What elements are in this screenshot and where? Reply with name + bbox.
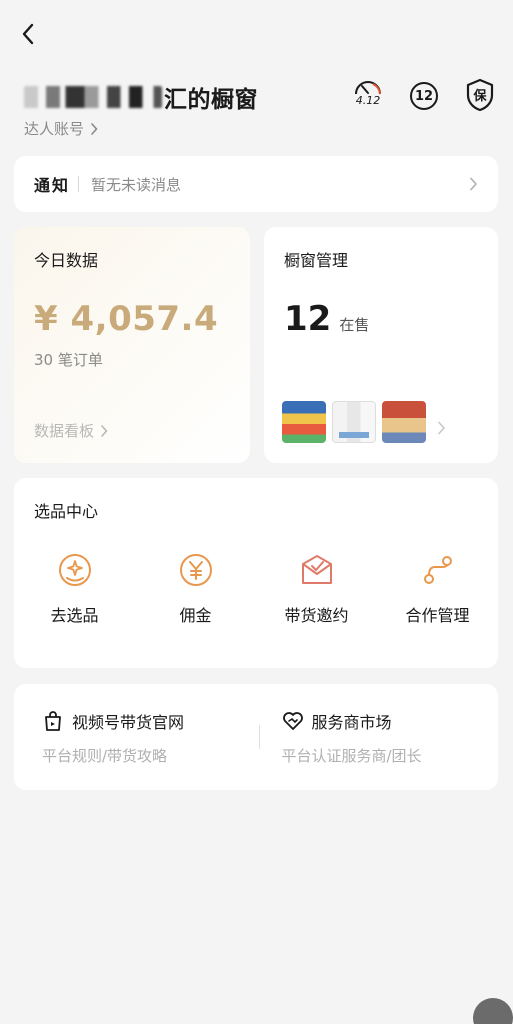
chevron-right-icon: [101, 424, 108, 437]
resource-links-card: 视频号带货官网 平台规则/带货攻略 服务商市场 平台认证服务商/团长: [14, 684, 498, 790]
product-pick-icon: [57, 552, 93, 588]
selection-center-title: 选品中心: [34, 502, 99, 521]
shield-icon: 保: [466, 78, 494, 112]
chevron-right-icon: [438, 421, 446, 435]
today-data-card[interactable]: 今日数据 ¥ 4,057.4 30 笔订单 数据看板: [14, 227, 250, 463]
badge-button[interactable]: 12: [407, 78, 441, 114]
service-market-subtitle: 平台认证服务商/团长: [281, 746, 422, 765]
video-sales-site-link[interactable]: 视频号带货官网 平台规则/带货攻略: [14, 709, 259, 766]
back-button[interactable]: [14, 18, 42, 50]
notice-bar[interactable]: 通知 暂无未读消息: [14, 156, 498, 212]
sales-invitation-button[interactable]: 带货邀约: [256, 552, 377, 626]
service-market-title: 服务商市场: [311, 712, 392, 732]
badge-count: 12: [414, 88, 434, 104]
video-sales-site-title: 视频号带货官网: [72, 712, 185, 732]
data-dashboard-label: 数据看板: [34, 422, 95, 440]
notice-text: 暂无未读消息: [91, 175, 182, 194]
on-sale-unit: 在售: [339, 316, 370, 334]
shield-label: 保: [472, 88, 487, 104]
product-thumbnail: [382, 401, 426, 443]
invite-envelope-icon: [299, 552, 335, 588]
blurred-shop-name: [24, 86, 162, 108]
page-header: 汇的橱窗 达人账号 4.12 12 保: [24, 78, 497, 138]
chevron-right-icon: [91, 122, 98, 135]
yen-coin-icon: [178, 552, 214, 588]
commission-button[interactable]: 佣金: [135, 552, 256, 626]
product-thumbnail: [282, 401, 326, 443]
product-thumbnail: [332, 401, 376, 443]
chevron-right-icon: [470, 177, 478, 191]
speed-value: 4.12: [355, 94, 381, 107]
handshake-heart-icon: [282, 711, 303, 730]
header-icons: 4.12 12 保: [351, 78, 497, 114]
speedometer-button[interactable]: 4.12: [351, 78, 385, 114]
data-dashboard-link[interactable]: 数据看板: [34, 420, 108, 441]
chevron-left-icon: [22, 23, 34, 45]
guarantee-button[interactable]: 保: [463, 78, 497, 114]
notice-title: 通知: [34, 176, 71, 195]
account-link-label: 达人账号: [24, 120, 85, 138]
pick-products-button[interactable]: 去选品: [14, 552, 135, 626]
pick-products-label: 去选品: [50, 606, 99, 625]
shopping-bag-icon: [45, 710, 61, 731]
on-sale-count: 12 在售: [284, 299, 478, 339]
shop-title-suffix: 汇的橱窗: [164, 87, 258, 113]
today-title: 今日数据: [34, 251, 99, 270]
shop-title: 汇的橱窗: [24, 80, 258, 114]
floating-button[interactable]: [473, 998, 513, 1024]
video-sales-site-subtitle: 平台规则/带货攻略: [42, 746, 168, 765]
selection-center-card: 选品中心 去选品 佣金 带货邀约 合作管理: [14, 478, 498, 668]
today-orders: 30 笔订单: [34, 351, 103, 369]
product-thumbnails: [282, 401, 426, 443]
collaboration-button[interactable]: 合作管理: [377, 552, 498, 626]
selection-center-items: 去选品 佣金 带货邀约 合作管理: [14, 552, 498, 626]
window-management-card[interactable]: 橱窗管理 12 在售: [264, 227, 498, 463]
divider: [78, 176, 80, 192]
collaboration-label: 合作管理: [405, 606, 470, 625]
window-title: 橱窗管理: [284, 251, 349, 270]
service-market-link[interactable]: 服务商市场 平台认证服务商/团长: [260, 709, 499, 766]
collaboration-icon: [420, 552, 456, 588]
on-sale-number: 12: [284, 299, 332, 339]
account-link[interactable]: 达人账号: [24, 118, 98, 139]
today-amount: ¥ 4,057.4: [34, 299, 219, 339]
sales-invitation-label: 带货邀约: [284, 606, 349, 625]
count-badge-icon: 12: [410, 82, 438, 110]
commission-label: 佣金: [179, 606, 212, 625]
